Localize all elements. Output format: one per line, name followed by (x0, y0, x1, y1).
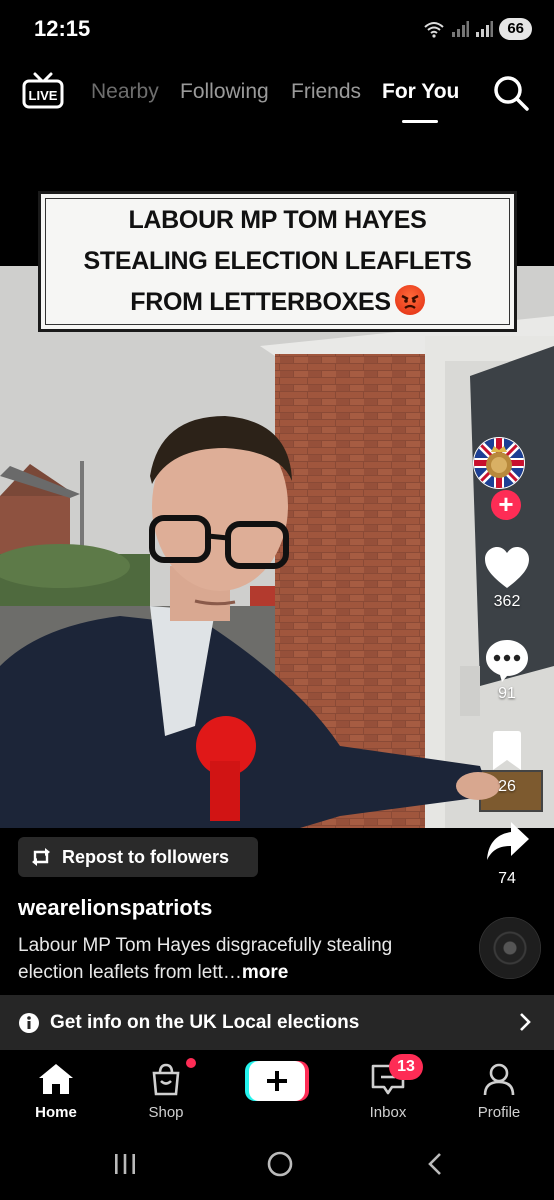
creator-avatar[interactable] (473, 437, 525, 489)
save-count: 26 (498, 778, 516, 795)
plus-icon (245, 1061, 309, 1101)
comment-icon (486, 640, 528, 682)
info-icon (19, 1012, 39, 1033)
chevron-right-icon (520, 1013, 531, 1031)
system-nav-bar (0, 1130, 554, 1200)
share-count: 74 (498, 870, 516, 887)
video-frame (0, 266, 554, 828)
active-tab-indicator (402, 120, 438, 123)
like-count: 362 (493, 593, 521, 610)
caption-line: LABOUR MP TOM HAYES (128, 206, 427, 234)
follow-button[interactable]: + (491, 490, 521, 520)
home-circle-icon[interactable] (266, 1150, 294, 1178)
create-post-button[interactable] (245, 1061, 309, 1101)
bookmark-icon (493, 731, 521, 770)
nav-profile[interactable]: Profile (454, 1062, 544, 1121)
repost-label: Repost to followers (62, 846, 230, 867)
save-button[interactable] (491, 730, 523, 777)
search-button[interactable] (492, 74, 530, 112)
caption-line-text: FROM LETTERBOXES (130, 288, 391, 316)
share-button[interactable] (485, 820, 531, 867)
more-link[interactable]: more (242, 962, 288, 983)
nav-shop-label: Shop (148, 1104, 184, 1121)
battery-indicator: 66 (499, 18, 532, 40)
profile-icon (483, 1063, 515, 1096)
comment-button[interactable] (484, 638, 530, 689)
post-description: Labour MP Tom Hayes disgracefully steali… (18, 932, 438, 986)
creator-username[interactable]: wearelionspatriots (18, 895, 212, 921)
nav-profile-label: Profile (477, 1104, 521, 1121)
comment-count: 91 (498, 685, 516, 702)
inbox-badge: 13 (389, 1054, 423, 1080)
description-text: Labour MP Tom Hayes disgracefully steali… (18, 935, 393, 983)
music-disc-icon[interactable] (479, 917, 541, 979)
status-icons: 66 (423, 18, 532, 40)
search-icon (494, 76, 529, 111)
tab-for-you[interactable]: For You (382, 80, 459, 104)
nav-shop[interactable]: Shop (121, 1062, 211, 1121)
shopping-bag-icon (152, 1063, 180, 1096)
wifi-icon (424, 22, 444, 38)
video-player[interactable] (0, 266, 554, 828)
back-icon[interactable] (426, 1151, 444, 1177)
share-arrow-icon (487, 822, 529, 860)
status-bar: 12:15 66 (0, 0, 554, 58)
status-time: 12:15 (34, 16, 91, 41)
home-icon (39, 1064, 73, 1094)
shop-notification-dot (186, 1058, 196, 1068)
repost-icon (32, 848, 50, 866)
nav-home-label: Home (35, 1104, 77, 1121)
like-button[interactable] (483, 546, 531, 595)
signal-icon (476, 21, 494, 37)
tab-friends[interactable]: Friends (291, 80, 361, 104)
caption-banner: LABOUR MP TOM HAYES STEALING ELECTION LE… (38, 191, 517, 332)
live-tv-icon: LIVE (22, 72, 64, 109)
live-label: LIVE (29, 88, 58, 103)
angry-face-icon (394, 285, 425, 315)
tab-nearby[interactable]: Nearby (91, 80, 159, 104)
heart-icon (485, 547, 529, 588)
live-button[interactable]: LIVE (22, 72, 64, 110)
tab-following[interactable]: Following (180, 80, 269, 104)
election-info-banner[interactable]: Get info on the UK Local elections (0, 995, 554, 1050)
signal-icon (452, 21, 470, 37)
lion-union-jack-avatar (474, 438, 524, 488)
election-info-text: Get info on the UK Local elections (50, 1011, 360, 1033)
recent-apps-icon[interactable] (112, 1152, 138, 1176)
caption-line: STEALING ELECTION LEAFLETS (83, 247, 472, 275)
caption-text: LABOUR MP TOM HAYES STEALING ELECTION LE… (83, 200, 471, 323)
caption-line: FROM LETTERBOXES (83, 282, 471, 323)
nav-inbox-label: Inbox (369, 1104, 407, 1121)
nav-home[interactable]: Home (11, 1062, 101, 1121)
repost-button[interactable]: Repost to followers (18, 837, 258, 877)
